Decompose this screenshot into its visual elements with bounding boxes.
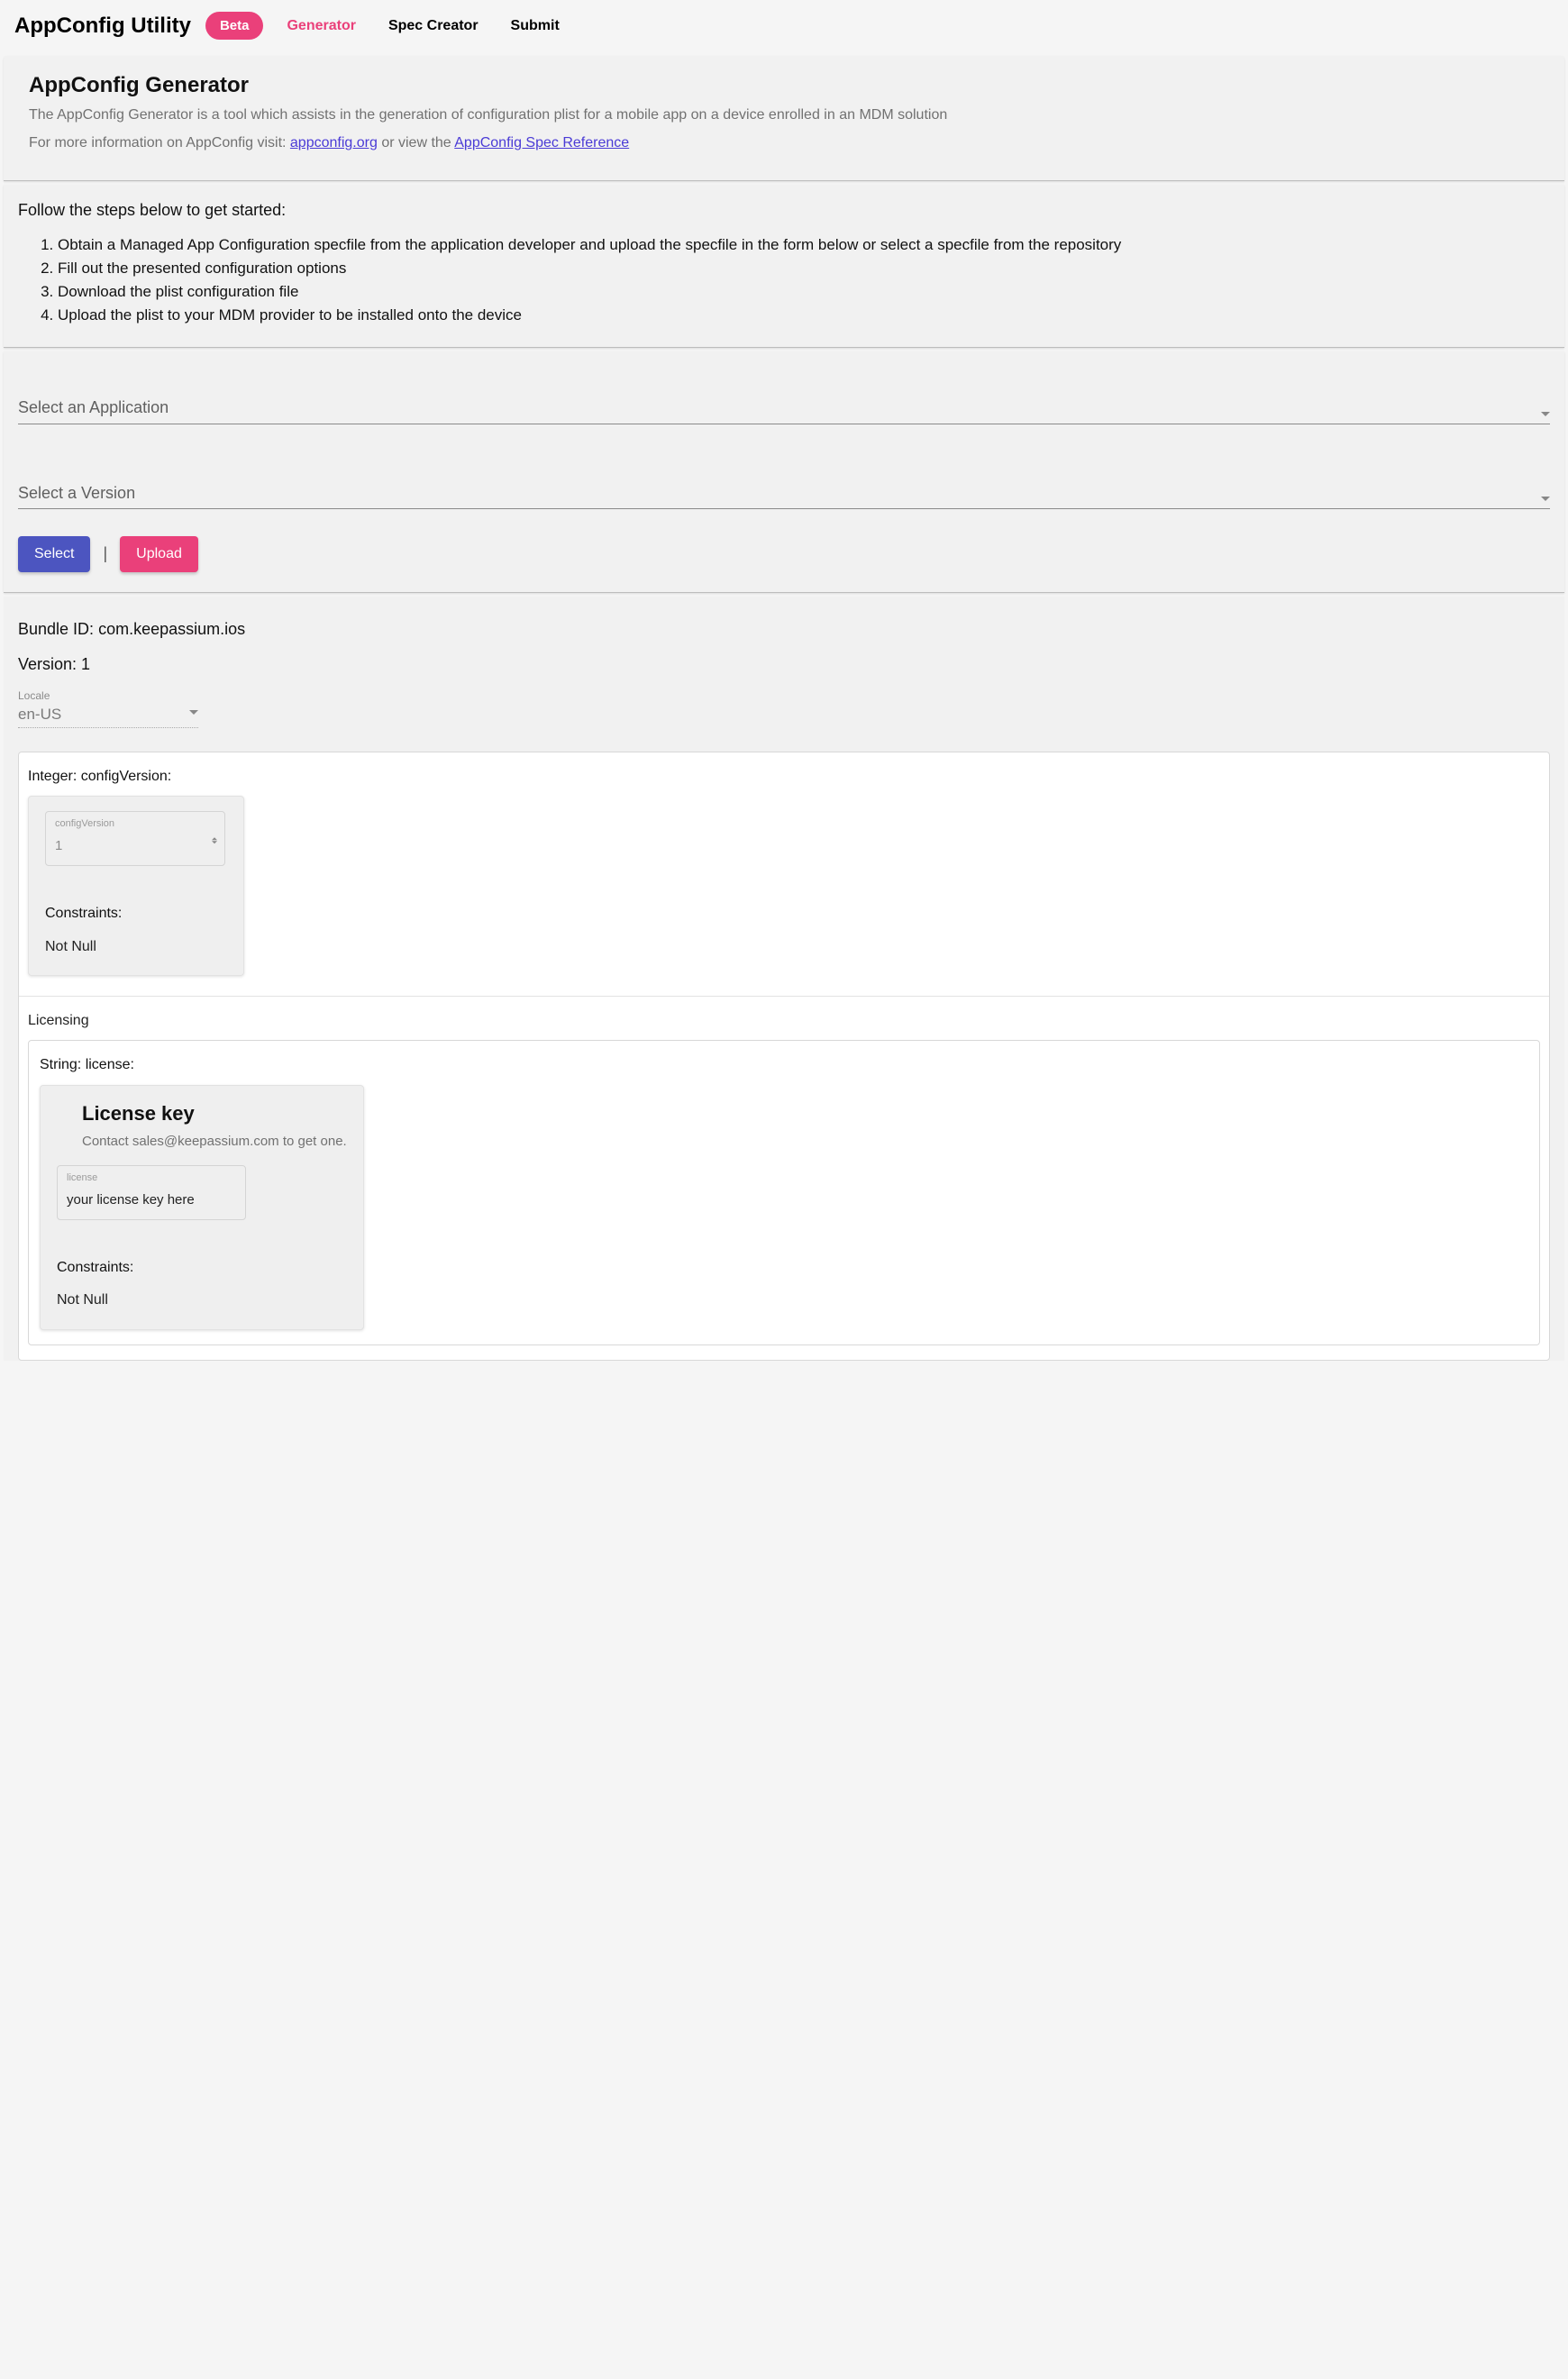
constraints-value: Not Null <box>45 937 227 957</box>
locale-value: en-US <box>18 704 61 725</box>
stepper-up-icon[interactable] <box>212 837 217 840</box>
step-item: Download the plist configuration file <box>58 281 1539 303</box>
version-select-label: Select a Version <box>18 482 135 505</box>
bundle-id-line: Bundle ID: com.keepassium.ios <box>18 618 1550 641</box>
license-input-label: license <box>67 1171 236 1185</box>
chevron-down-icon <box>189 710 198 715</box>
version-select[interactable]: Select a Version <box>18 482 1550 509</box>
beta-badge: Beta <box>205 12 264 40</box>
info-text-pre: For more information on AppConfig visit: <box>29 135 290 150</box>
generator-info: For more information on AppConfig visit:… <box>29 133 1539 153</box>
steps-block: Follow the steps below to get started: O… <box>4 185 1564 348</box>
nav-link-generator[interactable]: Generator <box>278 16 364 36</box>
select-button[interactable]: Select <box>18 536 90 572</box>
generator-subtitle: The AppConfig Generator is a tool which … <box>29 105 1539 125</box>
config-version-input-value: 1 <box>55 838 62 853</box>
config-version-inner: configVersion 1 Constraints: Not Null <box>28 796 244 976</box>
application-select-label: Select an Application <box>18 396 169 419</box>
group-divider <box>19 996 1549 997</box>
app-title: AppConfig Utility <box>14 11 191 41</box>
button-divider: | <box>103 542 107 565</box>
steps-lead: Follow the steps below to get started: <box>18 199 1539 222</box>
version-label: Version: <box>18 655 81 673</box>
license-input-value: your license key here <box>67 1192 195 1208</box>
header-block: AppConfig Generator The AppConfig Genera… <box>4 56 1564 181</box>
top-nav: AppConfig Utility Beta Generator Spec Cr… <box>0 0 1568 52</box>
info-text-mid: or view the <box>378 135 454 150</box>
chevron-down-icon <box>1541 412 1550 416</box>
license-title: License key <box>82 1100 347 1128</box>
license-field-title: String: license: <box>40 1055 1528 1075</box>
generator-title: AppConfig Generator <box>29 70 1539 101</box>
step-item: Obtain a Managed App Configuration specf… <box>58 234 1539 256</box>
locale-select[interactable]: Locale en-US <box>18 688 198 728</box>
license-inner: License key Contact sales@keepassium.com… <box>40 1085 364 1330</box>
link-spec-reference[interactable]: AppConfig Spec Reference <box>454 135 629 150</box>
form-section: Bundle ID: com.keepassium.ios Version: 1… <box>4 597 1564 1361</box>
licensing-group-label: Licensing <box>28 1011 1540 1031</box>
license-subtitle: Contact sales@keepassium.com to get one. <box>82 1132 347 1151</box>
link-appconfig-org[interactable]: appconfig.org <box>290 135 378 150</box>
config-version-title: Integer: configVersion: <box>28 767 1540 787</box>
config-version-input[interactable]: configVersion 1 <box>45 811 225 866</box>
locale-label: Locale <box>18 688 198 704</box>
config-version-input-label: configVersion <box>55 817 215 831</box>
license-input[interactable]: license your license key here <box>57 1165 246 1220</box>
chevron-down-icon <box>1541 497 1550 501</box>
version-line: Version: 1 <box>18 653 1550 676</box>
bundle-id-value: com.keepassium.ios <box>98 620 245 638</box>
nav-link-submit[interactable]: Submit <box>502 16 569 36</box>
step-item: Upload the plist to your MDM provider to… <box>58 305 1539 326</box>
config-version-card: Integer: configVersion: configVersion 1 … <box>18 752 1550 1361</box>
stepper-down-icon[interactable] <box>212 841 217 843</box>
constraints-heading: Constraints: <box>57 1258 347 1278</box>
nav-link-spec-creator[interactable]: Spec Creator <box>379 16 488 36</box>
steps-list: Obtain a Managed App Configuration specf… <box>18 234 1539 325</box>
step-item: Fill out the presented configuration opt… <box>58 258 1539 279</box>
version-value: 1 <box>81 655 90 673</box>
application-select[interactable]: Select an Application <box>18 396 1550 424</box>
license-card: String: license: License key Contact sal… <box>28 1040 1540 1344</box>
bundle-id-label: Bundle ID: <box>18 620 98 638</box>
number-stepper[interactable] <box>212 836 219 844</box>
constraints-value: Not Null <box>57 1290 347 1310</box>
select-block: Select an Application Select a Version S… <box>4 351 1564 592</box>
constraints-heading: Constraints: <box>45 904 227 924</box>
upload-button[interactable]: Upload <box>120 536 198 572</box>
